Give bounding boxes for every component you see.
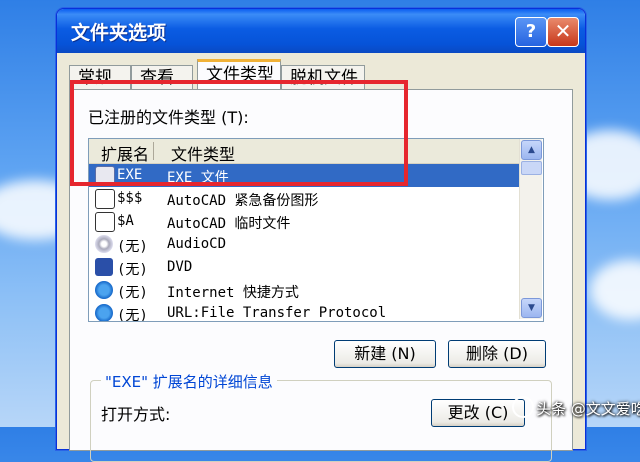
- list-item-extension: $A: [117, 213, 134, 229]
- list-item-type: AutoCAD 临时文件: [167, 216, 291, 232]
- acad-icon: [95, 212, 115, 232]
- highlight-box: [70, 80, 408, 186]
- cd-icon: [95, 235, 113, 253]
- watermark: 头条 @文文爱吃肉: [512, 396, 640, 419]
- scroll-down-icon[interactable]: ▼: [521, 298, 542, 318]
- dvd-icon: [95, 258, 113, 276]
- list-item[interactable]: (无) Internet 快捷方式: [89, 279, 519, 302]
- list-item[interactable]: $A AutoCAD 临时文件: [89, 210, 519, 233]
- close-button[interactable]: ✕: [547, 17, 579, 47]
- list-item[interactable]: (无) URL:File Transfer Protocol: [89, 302, 519, 322]
- watermark-text: 头条 @文文爱吃肉: [536, 400, 640, 418]
- vertical-scrollbar[interactable]: ▲ ▼: [519, 139, 542, 319]
- list-item-extension: (无): [117, 262, 148, 278]
- open-with-label: 打开方式:: [101, 405, 171, 424]
- scroll-up-icon[interactable]: ▲: [521, 140, 542, 160]
- details-title: "EXE" 扩展名的详细信息: [101, 371, 277, 392]
- extension-details-group: "EXE" 扩展名的详细信息 打开方式: 更改 (C): [90, 371, 552, 462]
- list-item-type: AudioCD: [167, 236, 227, 252]
- list-item[interactable]: $$$ AutoCAD 紧急备份图形: [89, 187, 519, 210]
- list-item-type: URL:File Transfer Protocol: [167, 305, 387, 321]
- list-item-extension: (无): [117, 308, 148, 322]
- scroll-thumb[interactable]: [521, 161, 542, 175]
- window-title: 文件夹选项: [71, 22, 167, 44]
- title-bar[interactable]: 文件夹选项 ? ✕: [57, 9, 585, 53]
- ie-icon: [95, 304, 113, 321]
- acad-icon: [95, 189, 115, 209]
- list-item-type: AutoCAD 紧急备份图形: [167, 193, 319, 209]
- watermark-logo-icon: [512, 396, 534, 418]
- new-button[interactable]: 新建 (N): [334, 340, 436, 368]
- list-item-extension: (无): [117, 239, 148, 255]
- change-button[interactable]: 更改 (C): [431, 399, 525, 427]
- folder-options-dialog: 文件夹选项 ? ✕ 常规 查看 文件类型 脱机文件 已注册的文件类型 (T): …: [56, 8, 586, 462]
- ie-icon: [95, 281, 113, 299]
- list-item-extension: $$$: [117, 190, 143, 206]
- list-item-type: DVD: [167, 259, 193, 275]
- help-button[interactable]: ?: [515, 17, 547, 47]
- list-item-extension: (无): [117, 285, 148, 301]
- list-item[interactable]: (无) AudioCD: [89, 233, 519, 256]
- delete-button[interactable]: 删除 (D): [448, 340, 546, 368]
- list-item[interactable]: (无) DVD: [89, 256, 519, 279]
- list-item-type: Internet 快捷方式: [167, 285, 299, 301]
